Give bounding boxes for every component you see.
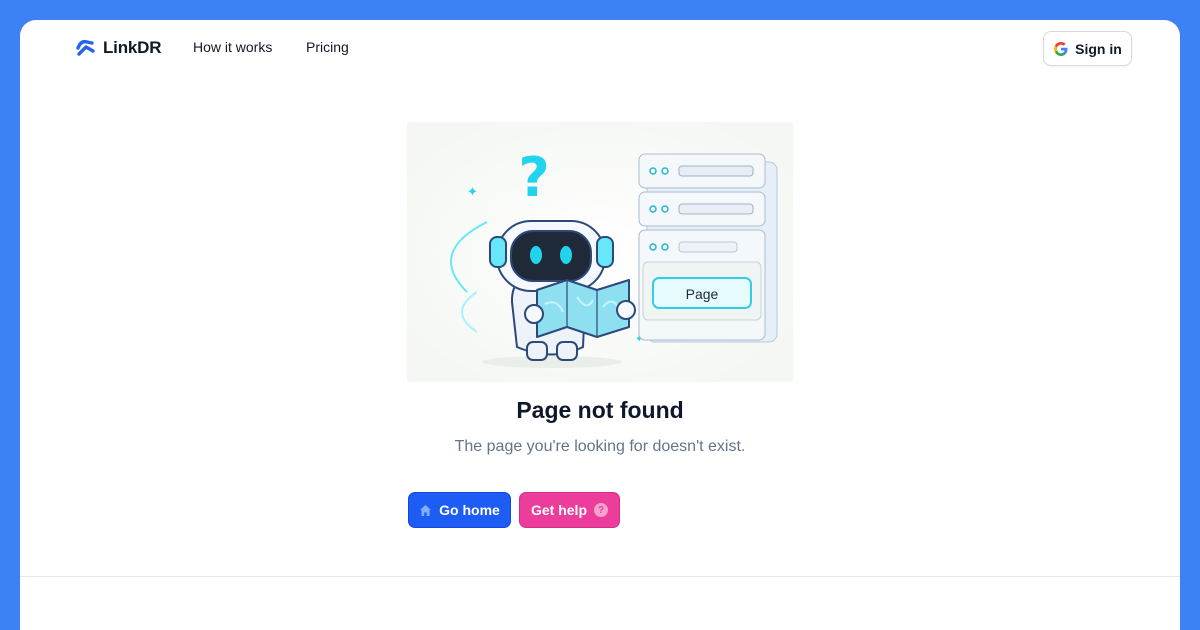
sign-in-label: Sign in <box>1075 40 1122 57</box>
google-icon <box>1053 41 1069 57</box>
linkdr-logo-icon <box>75 38 97 58</box>
page-card: LinkDR How it works Pricing Sign in ✦ ✦ … <box>20 20 1180 630</box>
question-mark-glyph: ? <box>518 146 549 209</box>
svg-text:✦: ✦ <box>467 185 478 200</box>
nav-link-pricing[interactable]: Pricing <box>306 39 349 55</box>
get-help-button[interactable]: Get help ? <box>519 492 620 528</box>
sign-in-button[interactable]: Sign in <box>1043 31 1132 66</box>
page-title: Page not found <box>516 397 684 423</box>
footer-divider <box>20 576 1180 577</box>
get-help-label: Get help <box>530 502 587 518</box>
page-subtitle: The page you're looking for doesn't exis… <box>454 438 746 455</box>
go-home-label: Go home <box>439 502 500 518</box>
robot-map-illustration: ✦ ✦ ✦ ? Page <box>407 122 793 382</box>
brand-link[interactable]: LinkDR <box>75 37 162 59</box>
page-label-glyph: Page <box>686 286 719 302</box>
question-circle-icon: ? <box>594 503 608 517</box>
home-icon <box>419 504 432 517</box>
brand-name: LinkDR <box>103 38 162 57</box>
top-nav: LinkDR How it works Pricing Sign in <box>20 20 1180 76</box>
go-home-button[interactable]: Go home <box>408 492 511 528</box>
nav-link-how-it-works[interactable]: How it works <box>193 39 272 55</box>
